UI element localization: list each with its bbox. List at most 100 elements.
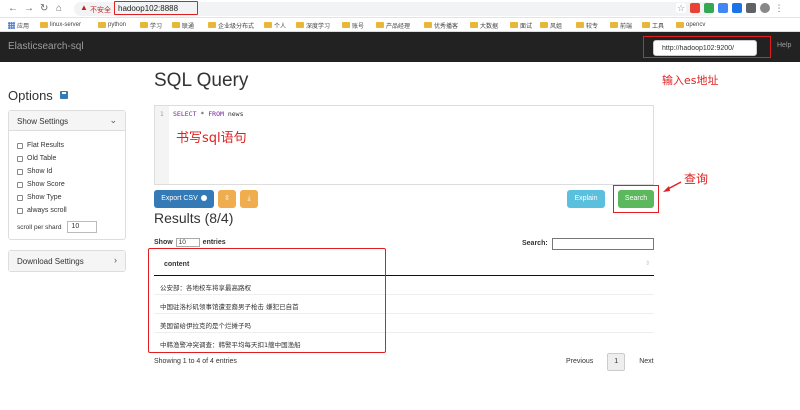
bookmark-folder[interactable]: 面试 bbox=[510, 20, 532, 30]
checkbox-flat-results[interactable]: Flat Results bbox=[17, 139, 117, 152]
explain-button[interactable]: Explain bbox=[567, 190, 605, 208]
folder-icon bbox=[296, 22, 304, 28]
compress-icon: ⇳ bbox=[224, 195, 230, 202]
download-settings-panel: Download Settings › bbox=[8, 250, 126, 272]
profile-avatar[interactable] bbox=[760, 3, 770, 13]
search-annotation-box bbox=[613, 185, 659, 213]
show-settings-header[interactable]: Show Settings ⌄ bbox=[9, 111, 125, 131]
folder-icon bbox=[140, 22, 148, 28]
bookmark-folder[interactable]: opencv bbox=[676, 20, 705, 30]
folder-icon bbox=[510, 22, 518, 28]
download-icon: ⤓ bbox=[247, 195, 251, 202]
table-search-label: Search: bbox=[522, 240, 548, 247]
forward-icon[interactable]: → bbox=[24, 3, 34, 15]
bookmark-folder[interactable]: python bbox=[98, 20, 126, 30]
apps-icon bbox=[8, 21, 15, 29]
checkbox-show-id[interactable]: Show Id bbox=[17, 165, 117, 178]
sql-code[interactable]: SELECT * FROM news bbox=[173, 110, 243, 118]
pagination: Previous 1 Next bbox=[558, 353, 662, 371]
download-icon bbox=[200, 195, 207, 202]
bookmark-folder[interactable]: 工具 bbox=[642, 20, 664, 30]
export-csv-button[interactable]: Export CSV bbox=[154, 190, 214, 208]
entries-select[interactable]: 10 bbox=[175, 238, 200, 247]
scroll-per-shard-row: scroll per shard 10 bbox=[17, 221, 117, 233]
scroll-per-shard-input[interactable]: 10 bbox=[67, 221, 98, 233]
checkbox-box[interactable] bbox=[17, 168, 23, 175]
bookmark-folder[interactable]: 联通 bbox=[172, 20, 194, 30]
folder-icon bbox=[540, 22, 548, 28]
checkbox-box[interactable] bbox=[17, 207, 23, 214]
bookmark-folder[interactable]: linux-server bbox=[40, 20, 81, 30]
folder-icon bbox=[342, 22, 350, 28]
sort-icon[interactable]: ⇕ bbox=[645, 260, 650, 267]
table-info: Showing 1 to 4 of 4 entries bbox=[154, 358, 237, 365]
arrow-icon bbox=[663, 181, 682, 192]
insecure-label: 不安全 bbox=[90, 7, 111, 14]
reload-icon[interactable]: ↻ bbox=[40, 3, 48, 15]
download-results-button[interactable]: ⤓ bbox=[240, 190, 258, 208]
scroll-per-shard-label: scroll per shard bbox=[17, 223, 62, 231]
checkbox-show-score[interactable]: Show Score bbox=[17, 178, 117, 191]
settings-list: Flat Results Old Table Show Id Show Scor… bbox=[9, 131, 125, 239]
checkbox-box[interactable] bbox=[17, 194, 23, 201]
folder-icon bbox=[376, 22, 384, 28]
bookmark-folder[interactable]: 大数据 bbox=[470, 20, 498, 30]
star-icon[interactable]: ☆ bbox=[676, 3, 686, 13]
es-address-note: 输入es地址 bbox=[662, 74, 719, 87]
next-button[interactable]: Next bbox=[631, 353, 661, 371]
back-icon[interactable]: ← bbox=[8, 3, 18, 15]
checkbox-always-scroll[interactable]: always scroll bbox=[17, 204, 117, 217]
table-search-input[interactable] bbox=[552, 238, 654, 250]
bookmark-folder[interactable]: 优秀播客 bbox=[424, 20, 458, 30]
help-link[interactable]: Help bbox=[777, 42, 791, 49]
show-entries: Show 10 entries bbox=[154, 238, 226, 247]
extension-icon[interactable] bbox=[690, 3, 700, 13]
folder-icon bbox=[172, 22, 180, 28]
es-url-annotation-box bbox=[643, 36, 771, 58]
folder-icon bbox=[98, 22, 106, 28]
folder-icon bbox=[676, 22, 684, 28]
bookmark-folder[interactable]: 产品经理 bbox=[376, 20, 410, 30]
bookmark-folder[interactable]: 账号 bbox=[342, 20, 364, 30]
bookmark-folder[interactable]: 学习 bbox=[140, 20, 162, 30]
home-icon[interactable]: ⌂ bbox=[56, 3, 62, 15]
extension-icon[interactable] bbox=[746, 3, 756, 13]
extension-icon[interactable] bbox=[704, 3, 714, 13]
checkbox-old-table[interactable]: Old Table bbox=[17, 152, 117, 165]
checkbox-box[interactable] bbox=[17, 181, 23, 188]
bookmark-folder[interactable]: 较专 bbox=[576, 20, 598, 30]
extension-icon[interactable] bbox=[732, 3, 742, 13]
folder-icon bbox=[642, 22, 650, 28]
format-button[interactable]: ⇳ bbox=[218, 190, 236, 208]
bookmark-folder[interactable]: 前端 bbox=[610, 20, 632, 30]
previous-button[interactable]: Previous bbox=[558, 353, 601, 371]
bookmark-folder[interactable]: 深度学习 bbox=[296, 20, 330, 30]
bookmarks-bar: 应用 linux-server python 学习 联通 企业级分布式 个人 深… bbox=[0, 18, 800, 32]
download-settings-header[interactable]: Download Settings › bbox=[9, 251, 125, 271]
bookmark-folder[interactable]: 风姐 bbox=[540, 20, 562, 30]
folder-icon bbox=[40, 22, 48, 28]
checkbox-box[interactable] bbox=[17, 155, 23, 162]
folder-icon bbox=[470, 22, 478, 28]
checkbox-box[interactable] bbox=[17, 142, 23, 149]
browser-toolbar: ← → ↻ ⌂ ▲ 不安全 hadoop102:8888 ☆ ⋮ bbox=[0, 0, 800, 18]
bookmark-folder[interactable]: 企业级分布式 bbox=[208, 20, 254, 30]
results-annotation-box bbox=[148, 248, 386, 353]
folder-icon bbox=[264, 22, 272, 28]
page-title: SQL Query bbox=[154, 70, 249, 91]
page-1-button[interactable]: 1 bbox=[607, 353, 626, 371]
chevron-down-icon: ⌄ bbox=[109, 115, 117, 125]
query-note: 查询 bbox=[684, 172, 709, 186]
menu-icon[interactable]: ⋮ bbox=[774, 3, 784, 13]
checkbox-show-type[interactable]: Show Type bbox=[17, 191, 117, 204]
folder-icon bbox=[208, 22, 216, 28]
warning-icon: ▲ bbox=[80, 3, 88, 12]
show-settings-panel: Show Settings ⌄ Flat Results Old Table S… bbox=[8, 110, 126, 240]
save-icon[interactable] bbox=[60, 91, 68, 99]
brand-title[interactable]: Elasticsearch-sql bbox=[8, 41, 84, 52]
extension-icon[interactable] bbox=[718, 3, 728, 13]
bookmark-apps[interactable]: 应用 bbox=[8, 20, 29, 30]
editor-gutter: 1 bbox=[155, 106, 169, 184]
bookmark-folder[interactable]: 个人 bbox=[264, 20, 286, 30]
folder-icon bbox=[576, 22, 584, 28]
